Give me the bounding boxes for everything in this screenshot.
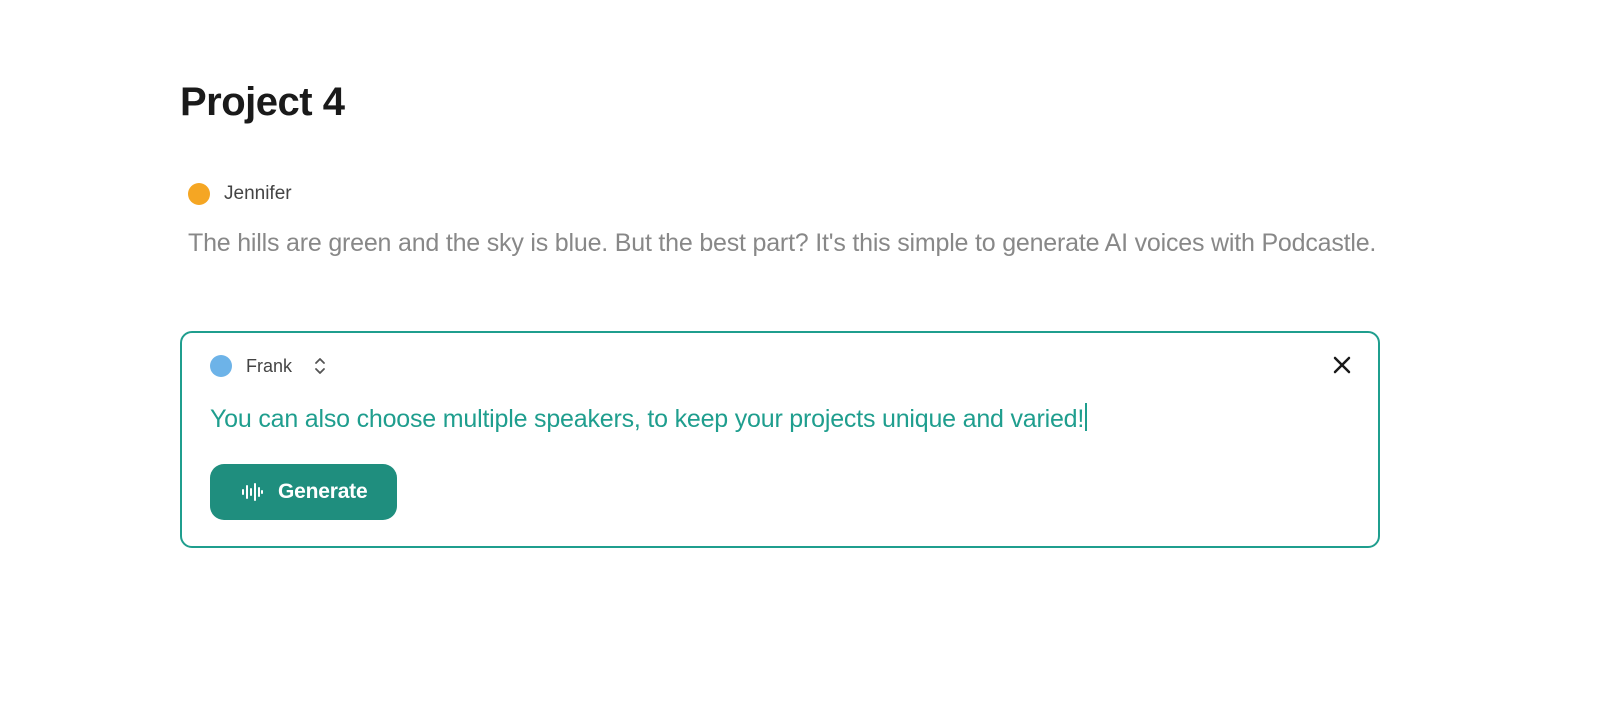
speaker-switch-button[interactable]	[310, 356, 330, 376]
waveform-icon	[240, 480, 264, 504]
speaker-dot-icon	[188, 183, 210, 205]
speaker-block-jennifer: Jennifer The hills are green and the sky…	[180, 183, 1420, 261]
close-editor-button[interactable]	[1330, 353, 1354, 377]
project-title[interactable]: Project 4	[180, 80, 1420, 125]
speaker-name-label: Jennifer	[224, 183, 292, 205]
text-cursor-icon	[1085, 403, 1087, 431]
generate-button-label: Generate	[278, 480, 367, 504]
editor-speaker-row: Frank	[210, 355, 1350, 377]
generate-button[interactable]: Generate	[210, 464, 397, 520]
editor-speaker-name: Frank	[246, 356, 292, 377]
chevron-up-down-icon	[312, 357, 328, 375]
close-icon	[1332, 355, 1352, 375]
page-container: Project 4 Jennifer The hills are green a…	[0, 0, 1600, 548]
editor-card: Frank You can also choose multiple speak…	[180, 331, 1380, 548]
speaker-selector-jennifer[interactable]: Jennifer	[180, 183, 1420, 205]
editor-text-wrapper[interactable]: You can also choose multiple speakers, t…	[210, 403, 1350, 434]
editor-text-input[interactable]: You can also choose multiple speakers, t…	[210, 405, 1084, 433]
speaker-dot-icon	[210, 355, 232, 377]
speaker-text-content[interactable]: The hills are green and the sky is blue.…	[180, 225, 1420, 261]
